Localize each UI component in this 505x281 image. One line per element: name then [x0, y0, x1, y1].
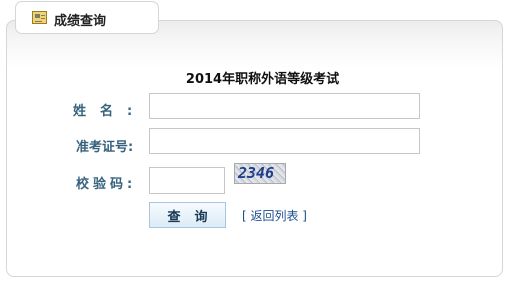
verification-code-input[interactable]: [149, 167, 225, 194]
back-to-list-link[interactable]: [ 返回列表 ]: [242, 207, 307, 224]
tab-label: 成绩查询: [54, 14, 107, 29]
captcha-text: 2346: [238, 164, 275, 182]
form-title: 2014年职称外语等级考试: [185, 72, 340, 87]
captcha-image[interactable]: 2346: [234, 163, 286, 184]
name-input[interactable]: [149, 93, 420, 119]
tab-score-query[interactable]: 成绩查询: [15, 1, 159, 34]
query-button[interactable]: 查询: [149, 202, 226, 228]
exam-id-input[interactable]: [149, 128, 420, 154]
name-label: 姓名:: [73, 104, 147, 119]
score-query-icon: [32, 11, 47, 24]
verification-code-label: 校验码:: [76, 177, 137, 192]
exam-id-label: 准考证号:: [76, 140, 134, 155]
